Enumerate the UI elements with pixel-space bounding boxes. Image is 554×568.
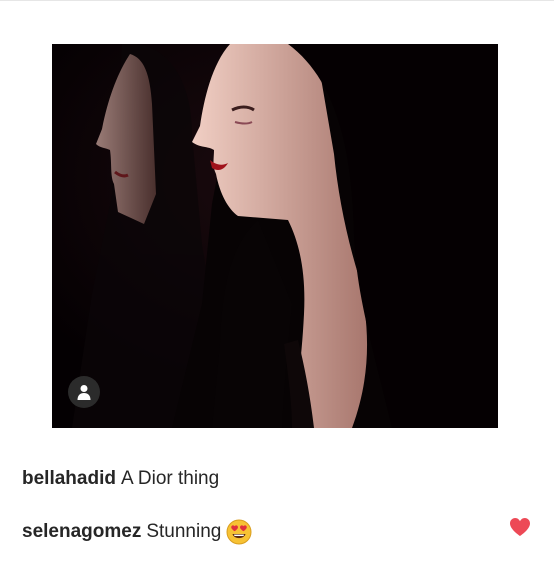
top-divider: [0, 0, 554, 1]
comment-text: A Dior thing: [120, 468, 220, 489]
post-photo-artwork: [52, 44, 498, 428]
comment-username[interactable]: selenagomez: [22, 520, 141, 544]
post-image[interactable]: [52, 44, 498, 428]
heart-eyes-emoji-icon: [226, 519, 252, 545]
comment-text: Stunning: [146, 521, 222, 542]
person-icon: [77, 385, 91, 400]
comment-username[interactable]: bellahadid: [22, 467, 116, 491]
user-tag-button[interactable]: [68, 376, 100, 408]
comment: bellahadid A Dior thing: [22, 467, 219, 491]
comment: selenagomez Stunning: [22, 519, 252, 545]
like-heart-icon[interactable]: [509, 517, 531, 537]
